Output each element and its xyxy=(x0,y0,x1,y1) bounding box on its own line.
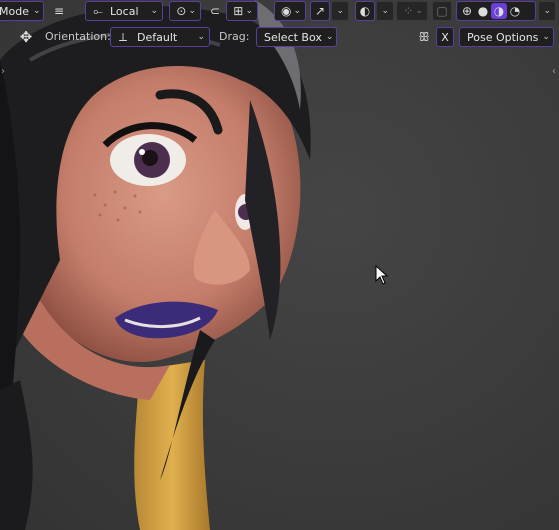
pose-options-label: Pose Options xyxy=(467,30,539,44)
transform-orientation-label: Local xyxy=(110,4,139,18)
mode-label: Mode xyxy=(0,4,29,18)
chevron-down-icon: ⌄ xyxy=(543,6,551,16)
chevron-down-icon: ⌄ xyxy=(415,6,423,16)
bone-overlay-icon: ⁘ xyxy=(403,4,414,18)
gizmo-dropdown[interactable]: ⌄ xyxy=(331,1,349,21)
mode-dropdown[interactable]: Mode ⌄ xyxy=(0,1,44,21)
hamburger-menu-button[interactable]: ≡ xyxy=(48,1,70,21)
x-mirror-label: X xyxy=(441,30,449,44)
orientation-dropdown[interactable]: ⟂ Default ⌄ xyxy=(110,27,210,47)
viewport-header: Mode ⌄ ≡ ⟜ Local ⌄ ⊙ ⌄ ⊂ ⊞ ⌄ ◉ ⌄ ↗ ⌄ ◐ ⌄… xyxy=(0,1,559,23)
toolbar-expand-arrow-icon[interactable]: › xyxy=(1,66,5,77)
overlays-dropdown[interactable]: ⌄ xyxy=(376,1,394,21)
chevron-down-icon: ⌄ xyxy=(293,6,301,16)
solid-shading-icon[interactable]: ● xyxy=(475,3,491,19)
chevron-down-icon: ⌄ xyxy=(336,6,344,16)
orientation-value: Default xyxy=(137,30,178,44)
mouse-cursor-icon xyxy=(375,265,389,285)
chevron-down-icon: ⌄ xyxy=(188,6,196,16)
menu-icon: ≡ xyxy=(53,4,65,18)
chevron-down-icon: ⌄ xyxy=(32,6,41,16)
chevron-down-icon: ⌄ xyxy=(150,6,158,16)
overlays-toggle[interactable]: ◐ xyxy=(355,1,375,21)
eye-icon: ◉ xyxy=(280,4,292,18)
xray-toggle[interactable]: ▢ xyxy=(432,1,452,21)
visibility-dropdown[interactable]: ◉ ⌄ xyxy=(274,1,306,21)
gizmo-icon: ↗ xyxy=(314,4,326,18)
butterfly-icon: ꕥ xyxy=(418,29,430,44)
chevron-down-icon: ⌄ xyxy=(325,32,334,42)
mirror-toggle[interactable]: ꕥ xyxy=(414,27,434,47)
chevron-down-icon: ⌄ xyxy=(381,6,389,16)
pivot-point-dropdown[interactable]: ⊙ ⌄ xyxy=(169,1,201,21)
chevron-down-icon: ⌄ xyxy=(197,32,205,42)
tool-settings-bar: ✥ Orientation: ⟂ Default ⌄ Drag: Select … xyxy=(0,27,559,49)
shading-dropdown[interactable]: ⌄ xyxy=(538,1,556,21)
transform-orientation-dropdown[interactable]: ⟜ Local ⌄ xyxy=(85,1,163,21)
pivot-point-icon: ⊙ xyxy=(176,4,187,18)
character-render xyxy=(0,0,311,530)
x-mirror-button[interactable]: X xyxy=(436,27,454,47)
overlays-icon: ◐ xyxy=(359,4,371,18)
transform-tool-button[interactable]: ✥ xyxy=(14,27,38,47)
snap-target-dropdown[interactable]: ⊞ ⌄ xyxy=(226,1,258,21)
move-arrows-icon: ✥ xyxy=(19,28,33,46)
xray-icon: ▢ xyxy=(436,4,448,18)
snap-toggle[interactable]: ⊂ xyxy=(205,1,225,21)
orientation-label: Orientation: xyxy=(45,30,111,43)
chevron-down-icon: ⌄ xyxy=(245,6,253,16)
gizmo-toggle[interactable]: ↗ xyxy=(310,1,330,21)
rendered-shading-icon[interactable]: ◔ xyxy=(507,3,523,19)
drag-label: Drag: xyxy=(219,30,250,43)
drag-dropdown[interactable]: Select Box ⌄ xyxy=(256,27,337,47)
magnet-icon: ⊂ xyxy=(209,4,221,18)
3d-viewport[interactable]: Mode ⌄ ≡ ⟜ Local ⌄ ⊙ ⌄ ⊂ ⊞ ⌄ ◉ ⌄ ↗ ⌄ ◐ ⌄… xyxy=(0,0,559,530)
sidebar-expand-arrow-icon[interactable]: ‹ xyxy=(552,66,556,77)
wireframe-shading-icon[interactable]: ⊕ xyxy=(459,3,475,19)
material-preview-shading-icon[interactable]: ◑ xyxy=(491,3,507,19)
local-axes-icon: ⟜ xyxy=(93,3,103,18)
pose-options-dropdown[interactable]: Pose Options ⌄ xyxy=(459,27,554,47)
shading-mode-group: ⊕ ● ◑ ◔ xyxy=(456,1,536,21)
orientation-axes-icon: ⟂ xyxy=(118,29,127,44)
snap-increment-icon: ⊞ xyxy=(233,4,244,18)
bone-overlay-dropdown[interactable]: ⁘ ⌄ xyxy=(396,1,428,21)
chevron-down-icon: ⌄ xyxy=(542,32,550,42)
drag-value: Select Box xyxy=(264,30,322,44)
